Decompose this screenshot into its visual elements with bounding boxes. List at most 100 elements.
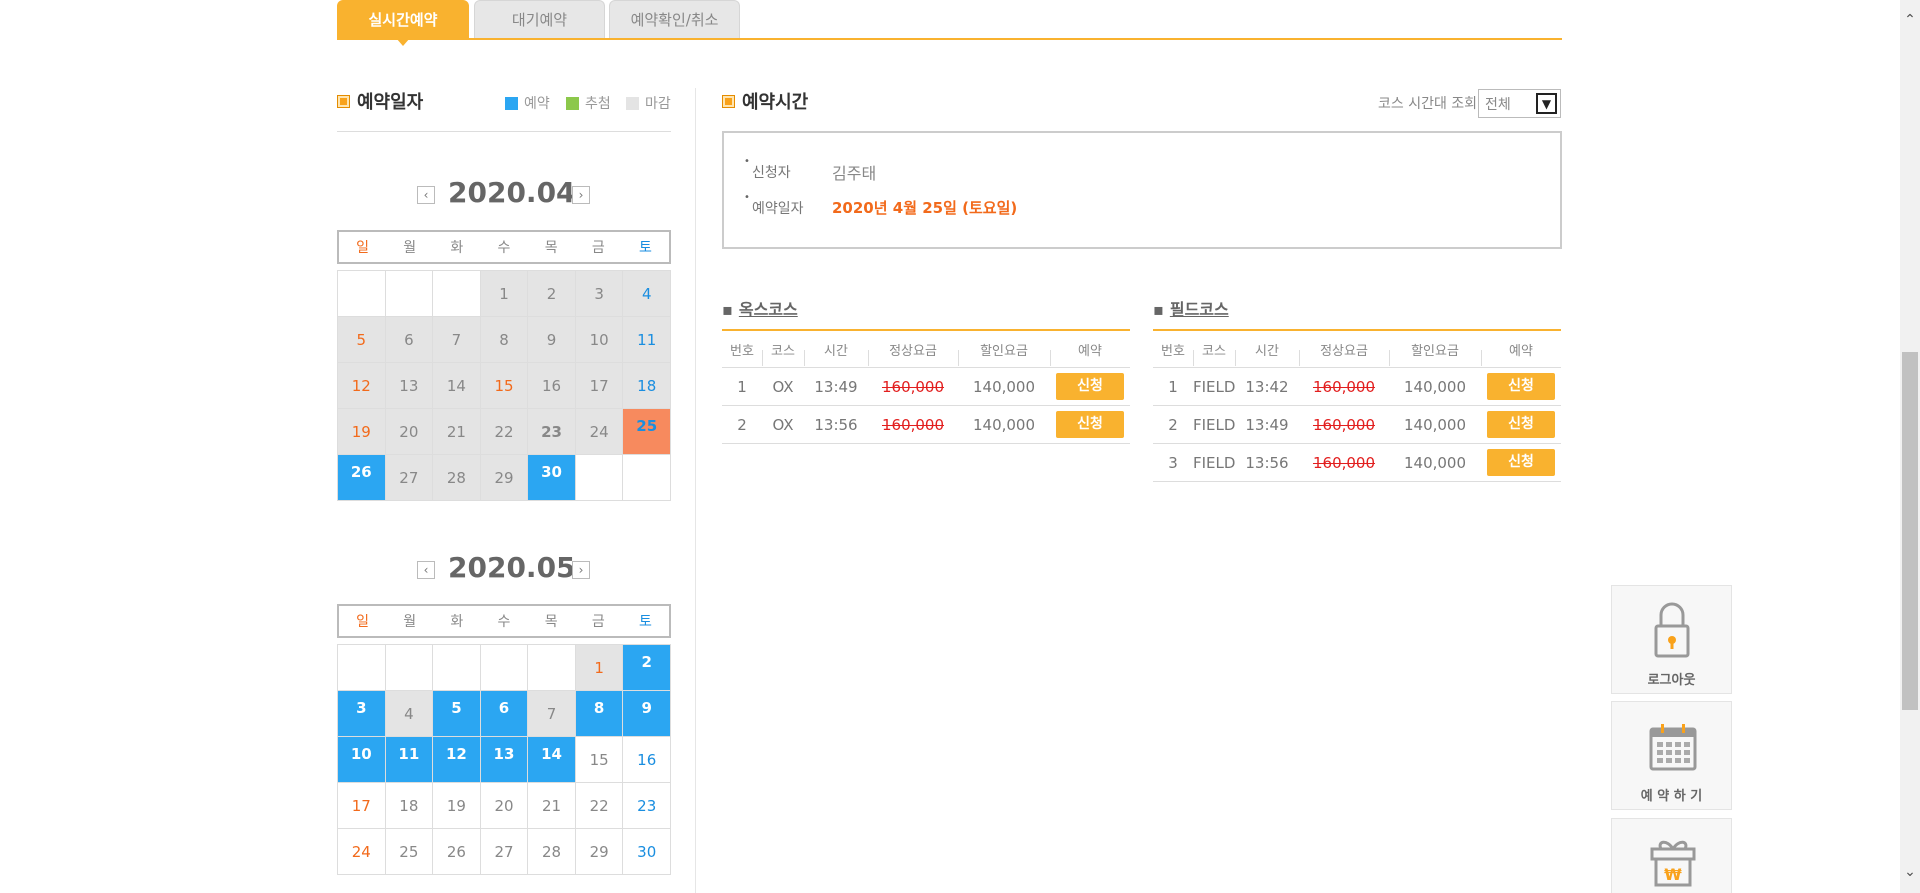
reservation-info-box: 신청자 김주태 예약일자 2020년 4월 25일 (토요일): [722, 131, 1562, 249]
scrollbar-thumb[interactable]: [1902, 352, 1918, 710]
calendar-day[interactable]: 30: [528, 455, 576, 501]
calendar-day[interactable]: 16: [528, 363, 576, 409]
calendar-day[interactable]: 8: [575, 691, 624, 737]
calendar-day[interactable]: 19: [433, 783, 481, 829]
calendar-day[interactable]: 14: [433, 363, 481, 409]
calendar-day[interactable]: 11: [385, 737, 434, 783]
calendar-day[interactable]: 1: [575, 645, 624, 691]
weekday-label: 월: [403, 240, 417, 256]
calendar-day[interactable]: 12: [433, 737, 481, 783]
calendar-day[interactable]: 21: [433, 409, 481, 455]
chevron-left-icon: ‹: [423, 563, 429, 577]
calendar-day[interactable]: 9: [623, 691, 671, 737]
apply-button[interactable]: 신청: [1487, 411, 1555, 438]
calendar-day[interactable]: 8: [480, 317, 529, 363]
column-header: 할인요금: [958, 340, 1050, 366]
legend-reserve: 예약: [505, 93, 550, 113]
apply-button[interactable]: 신청: [1487, 449, 1555, 476]
apply-button[interactable]: 신청: [1056, 373, 1124, 400]
calendar-day[interactable]: 25: [623, 409, 671, 455]
calendar-day[interactable]: 4: [623, 271, 671, 317]
calendar-icon: [1649, 724, 1697, 771]
cell-no: 3: [1168, 453, 1178, 472]
calendar-day[interactable]: 29: [480, 455, 529, 501]
prev-month-button[interactable]: ‹: [417, 186, 435, 204]
calendar-day[interactable]: 2: [623, 645, 671, 691]
calendar-day[interactable]: 16: [623, 737, 671, 783]
calendar-day[interactable]: 2: [528, 271, 576, 317]
calendar-day[interactable]: 18: [385, 783, 434, 829]
column-header: 예약: [1050, 340, 1130, 366]
calendar-day[interactable]: 10: [338, 737, 386, 783]
prev-month-button[interactable]: ‹: [417, 561, 435, 579]
calendar-day[interactable]: 14: [528, 737, 576, 783]
calendar-day[interactable]: 22: [480, 409, 529, 455]
tab-label: 실시간예약: [368, 10, 438, 29]
calendar-day[interactable]: 3: [575, 271, 624, 317]
calendar-day[interactable]: 11: [623, 317, 671, 363]
course-time-filter-select[interactable]: 전체 ▼: [1478, 89, 1561, 118]
legend-closed: 마감: [626, 93, 671, 113]
next-month-button[interactable]: ›: [572, 561, 590, 579]
calendar-day[interactable]: 5: [433, 691, 481, 737]
tab-reservation-check-cancel[interactable]: 예약확인/취소: [609, 0, 740, 38]
calendar-day[interactable]: 23: [623, 783, 671, 829]
calendar-day[interactable]: 28: [528, 829, 576, 875]
calendar-day[interactable]: 26: [433, 829, 481, 875]
make-reservation-button[interactable]: 예 약 하 기: [1611, 701, 1732, 810]
scroll-down-arrow-icon[interactable]: ⌄: [1900, 862, 1920, 882]
next-month-button[interactable]: ›: [572, 186, 590, 204]
calendar-day[interactable]: 10: [575, 317, 624, 363]
calendar-day[interactable]: 20: [385, 409, 434, 455]
apply-button[interactable]: 신청: [1056, 411, 1124, 438]
calendar-day[interactable]: 23: [528, 409, 576, 455]
calendar-day[interactable]: 27: [385, 455, 434, 501]
discount-price: 140,000: [972, 415, 1036, 434]
weekday-label: 목: [544, 240, 558, 256]
table-header-row: 번호 코스 시간 정상요금 할인요금 예약: [722, 331, 1130, 368]
calendar-day[interactable]: 1: [480, 271, 529, 317]
logout-button[interactable]: 로그아웃: [1611, 585, 1732, 694]
calendar-day[interactable]: 24: [575, 409, 624, 455]
calendar-day[interactable]: 6: [480, 691, 529, 737]
calendar-day[interactable]: 30: [623, 829, 671, 875]
normal-price: 160,000: [1312, 453, 1376, 472]
calendar-day[interactable]: 28: [433, 455, 481, 501]
column-header: 코스: [762, 340, 804, 366]
apply-button[interactable]: 신청: [1487, 373, 1555, 400]
calendar-day[interactable]: 4: [385, 691, 434, 737]
calendar-day[interactable]: 15: [480, 363, 529, 409]
calendar-day[interactable]: 26: [338, 455, 386, 501]
calendar-day[interactable]: 15: [575, 737, 624, 783]
calendar-day[interactable]: 25: [385, 829, 434, 875]
calendar-day[interactable]: 20: [480, 783, 529, 829]
section-title-text: 예약시간: [742, 92, 809, 113]
scroll-up-arrow-icon[interactable]: ⌃: [1900, 10, 1920, 30]
calendar-day[interactable]: 13: [480, 737, 529, 783]
quick-menu-label: 예 약 하 기: [1640, 789, 1703, 804]
calendar-day[interactable]: 17: [575, 363, 624, 409]
calendar-day[interactable]: 5: [338, 317, 386, 363]
calendar-day[interactable]: 12: [338, 363, 386, 409]
calendar-day[interactable]: 7: [433, 317, 481, 363]
weekday-label: 화: [450, 240, 464, 256]
tab-label: 대기예약: [511, 11, 568, 29]
calendar-day[interactable]: 7: [528, 691, 576, 737]
calendar-day[interactable]: 17: [338, 783, 386, 829]
calendar-day[interactable]: 3: [338, 691, 386, 737]
calendar-day[interactable]: 9: [528, 317, 576, 363]
calendar-day[interactable]: 22: [575, 783, 624, 829]
calendar-day[interactable]: 13: [385, 363, 434, 409]
gift-button[interactable]: ₩: [1611, 818, 1732, 893]
calendar-day[interactable]: 18: [623, 363, 671, 409]
calendar-empty-cell: [338, 271, 386, 317]
calendar-day[interactable]: 21: [528, 783, 576, 829]
calendar-day[interactable]: 24: [338, 829, 386, 875]
tab-waiting-reservation[interactable]: 대기예약: [474, 0, 605, 38]
weekday-label: 토: [638, 240, 652, 256]
calendar-day[interactable]: 27: [480, 829, 529, 875]
calendar-day[interactable]: 29: [575, 829, 624, 875]
calendar-day[interactable]: 19: [338, 409, 386, 455]
calendar-day[interactable]: 6: [385, 317, 434, 363]
tab-realtime-reservation[interactable]: 실시간예약: [337, 0, 469, 46]
